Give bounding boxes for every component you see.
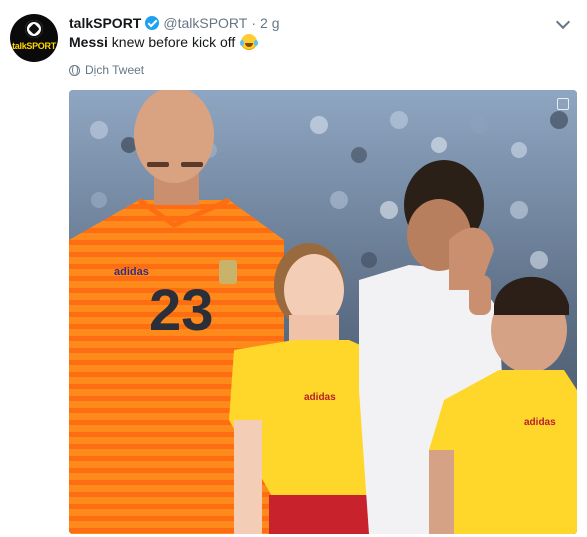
- account-handle[interactable]: @talkSPORT: [163, 15, 247, 31]
- tweet-timestamp[interactable]: 2 g: [260, 15, 279, 31]
- football-icon: [25, 20, 43, 38]
- tweet-header: talkSPORT @talkSPORT · 2 g: [69, 13, 279, 33]
- jersey-number: 23: [149, 278, 214, 343]
- tears-of-joy-emoji-icon: [240, 34, 258, 50]
- tweet-photo[interactable]: 23 adidas adidas adidas: [69, 90, 577, 534]
- tweet-card[interactable]: talkSPORT talkSPORT @talkSPORT · 2 g Mes…: [0, 0, 587, 537]
- expand-icon[interactable]: [557, 98, 569, 110]
- photo-illustration: 23 adidas adidas adidas: [69, 90, 577, 534]
- globe-icon: [69, 64, 80, 76]
- translate-tweet-label[interactable]: Dịch Tweet: [85, 63, 144, 77]
- tweet-text-mention: Messi: [69, 34, 108, 50]
- separator-dot: ·: [251, 15, 257, 31]
- kit-brand-girl: adidas: [304, 392, 336, 403]
- translate-tweet-link[interactable]: Dịch Tweet: [69, 63, 144, 77]
- account-name[interactable]: talkSPORT: [69, 15, 141, 31]
- kit-brand-boy: adidas: [524, 417, 556, 428]
- tweet-text: Messi knew before kick off: [69, 33, 258, 51]
- verified-badge-icon: [145, 16, 160, 30]
- chevron-down-icon[interactable]: [555, 14, 571, 30]
- kit-brand-left: adidas: [114, 266, 149, 278]
- tweet-text-body: knew before kick off: [107, 34, 236, 50]
- avatar[interactable]: talkSPORT: [10, 14, 58, 62]
- avatar-logo-text: talkSPORT: [12, 41, 56, 51]
